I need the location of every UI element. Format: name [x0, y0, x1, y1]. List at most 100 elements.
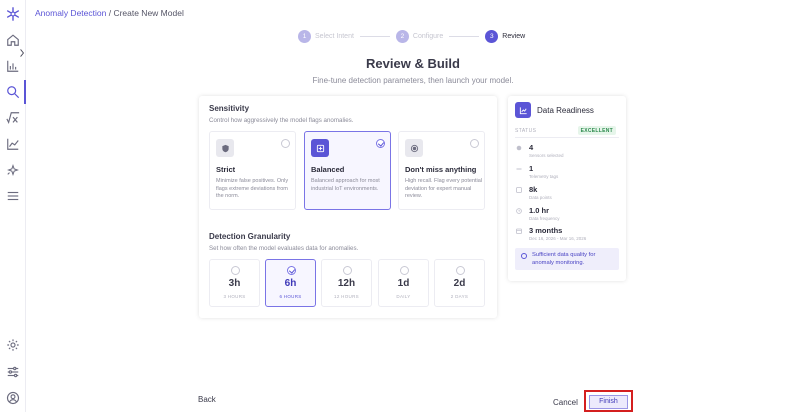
option-name: Strict	[216, 165, 236, 174]
option-name: Don't miss anything	[405, 165, 477, 174]
metric-frequency: 1.0 hr Data frequency	[516, 206, 620, 224]
shield-icon	[216, 139, 234, 157]
step-label: Configure	[412, 32, 444, 40]
radio-button[interactable]	[231, 266, 240, 275]
step-configure[interactable]: 2 Configure	[395, 29, 444, 43]
configuration-panel: Sensitivity Control how aggressively the…	[199, 96, 497, 318]
radio-button[interactable]	[456, 266, 465, 275]
info-icon	[521, 253, 527, 259]
granularity-option-6h[interactable]: 6h 6 HOURS	[265, 259, 316, 307]
step-connector	[449, 35, 480, 37]
breadcrumb: Anomaly Detection / Create New Model	[35, 8, 184, 18]
metric-value: 8k	[529, 185, 538, 194]
step-select-intent[interactable]: 1 Select Intent	[298, 29, 354, 43]
metric-data-points: 8k Data points	[516, 185, 620, 203]
sparkle-icon[interactable]	[5, 162, 21, 178]
sensitivity-subtitle: Control how aggressively the model flags…	[209, 117, 354, 124]
metric-sensors: 4 Sensors selected	[516, 143, 620, 161]
option-description: Balanced approach for most industrial Io…	[311, 178, 380, 192]
settings-gear-icon[interactable]	[5, 337, 21, 353]
cancel-button[interactable]: Cancel	[553, 398, 578, 407]
step-number: 3	[485, 29, 499, 43]
page-title: Review & Build	[366, 56, 460, 71]
granularity-title: Detection Granularity	[209, 232, 291, 241]
sensitivity-option-balanced[interactable]: Balanced Balanced approach for most indu…	[304, 131, 391, 210]
granularity-unit: 6 HOURS	[279, 294, 302, 299]
step-label: Select Intent	[315, 32, 354, 40]
app-root: Anomaly Detection / Create New Model 1 S…	[0, 0, 800, 412]
granularity-value: 2d	[453, 278, 466, 289]
radio-button[interactable]	[400, 266, 409, 275]
calendar-icon	[516, 228, 522, 234]
metric-label: Data points	[529, 195, 552, 200]
metric-value: 4	[529, 143, 534, 152]
granularity-value: 3h	[228, 278, 241, 289]
granularity-unit: 3 HOURS	[223, 294, 246, 299]
finish-highlight-box: Finish	[584, 390, 633, 412]
menu-icon[interactable]	[5, 188, 21, 204]
data-readiness-card: Data Readiness STATUS EXCELLENT 4 Sensor…	[508, 96, 626, 281]
readiness-note: Sufficient data quality for anomaly moni…	[515, 248, 619, 270]
finish-button[interactable]: Finish	[589, 395, 628, 409]
readiness-note-text: Sufficient data quality for anomaly moni…	[532, 252, 596, 266]
trend-icon[interactable]	[5, 136, 21, 152]
radio-button-checked[interactable]	[376, 139, 385, 148]
step-label: Review	[502, 32, 526, 40]
sensitivity-title: Sensitivity	[209, 104, 250, 113]
page-subtitle: Fine-tune detection parameters, then lau…	[312, 76, 514, 85]
step-review[interactable]: 3 Review	[485, 29, 526, 43]
metric-label: Sensors selected	[529, 153, 564, 158]
granularity-subtitle: Set how often the model evaluates data f…	[209, 245, 359, 252]
granularity-value: 12h	[337, 278, 356, 289]
user-account-icon[interactable]	[5, 390, 21, 406]
metric-tags: 1 Telemetry tags	[516, 164, 620, 182]
granularity-value: 1d	[397, 278, 410, 289]
back-button[interactable]: Back	[198, 395, 216, 404]
option-name: Balanced	[311, 165, 345, 174]
granularity-option-3h[interactable]: 3h 3 HOURS	[209, 259, 260, 307]
clock-icon	[516, 208, 522, 214]
granularity-option-12h[interactable]: 12h 12 HOURS	[321, 259, 372, 307]
breadcrumb-current: Create New Model	[113, 8, 184, 18]
metric-date-range: 3 months Dec 16, 2026 - Mar 16, 2026	[516, 226, 620, 244]
radio-button-checked[interactable]	[287, 266, 296, 275]
formula-icon[interactable]	[5, 110, 21, 126]
sensitivity-option-dont-miss-anything[interactable]: Don't miss anything High recall. Flag ev…	[398, 131, 485, 210]
status-label: STATUS	[515, 128, 537, 134]
metric-value: 3 months	[529, 226, 563, 235]
radio-button[interactable]	[343, 266, 352, 275]
granularity-unit: DAILY	[396, 294, 411, 299]
metric-label: Telemetry tags	[529, 174, 559, 179]
option-description: Minimize false positives. Only flags ext…	[216, 178, 289, 199]
readiness-title: Data Readiness	[537, 106, 594, 115]
metric-label: Dec 16, 2026 - Mar 16, 2026	[529, 236, 587, 241]
sensor-icon	[516, 145, 522, 151]
divider	[515, 137, 619, 138]
balance-icon	[311, 139, 329, 157]
metric-value: 1.0 hr	[529, 206, 550, 215]
sensitivity-option-strict[interactable]: Strict Minimize false positives. Only fl…	[209, 131, 296, 210]
radio-button[interactable]	[470, 139, 479, 148]
status-badge: EXCELLENT	[577, 126, 616, 135]
step-number: 1	[298, 29, 311, 43]
granularity-option-1d[interactable]: 1d DAILY	[378, 259, 429, 307]
logo-icon[interactable]	[5, 6, 21, 22]
search-icon[interactable]	[5, 84, 21, 100]
granularity-unit: 12 HOURS	[334, 294, 359, 299]
step-number: 2	[395, 29, 409, 43]
wizard-stepper: 1 Select Intent 2 Configure 3 Review	[298, 29, 525, 43]
breadcrumb-link-anomaly-detection[interactable]: Anomaly Detection	[35, 8, 106, 18]
radio-button[interactable]	[281, 139, 290, 148]
metric-value: 1	[529, 164, 534, 173]
data-points-icon	[516, 187, 522, 193]
sliders-icon[interactable]	[5, 364, 21, 380]
metric-label: Data frequency	[529, 216, 560, 221]
readiness-chart-icon	[515, 102, 531, 118]
target-icon	[405, 139, 423, 157]
step-connector	[359, 35, 390, 37]
granularity-unit: 2 DAYS	[450, 294, 469, 299]
option-description: High recall. Flag every potential deviat…	[405, 178, 483, 199]
granularity-option-2d[interactable]: 2d 2 DAYS	[434, 259, 485, 307]
tag-icon	[516, 168, 522, 170]
granularity-value: 6h	[284, 278, 297, 289]
